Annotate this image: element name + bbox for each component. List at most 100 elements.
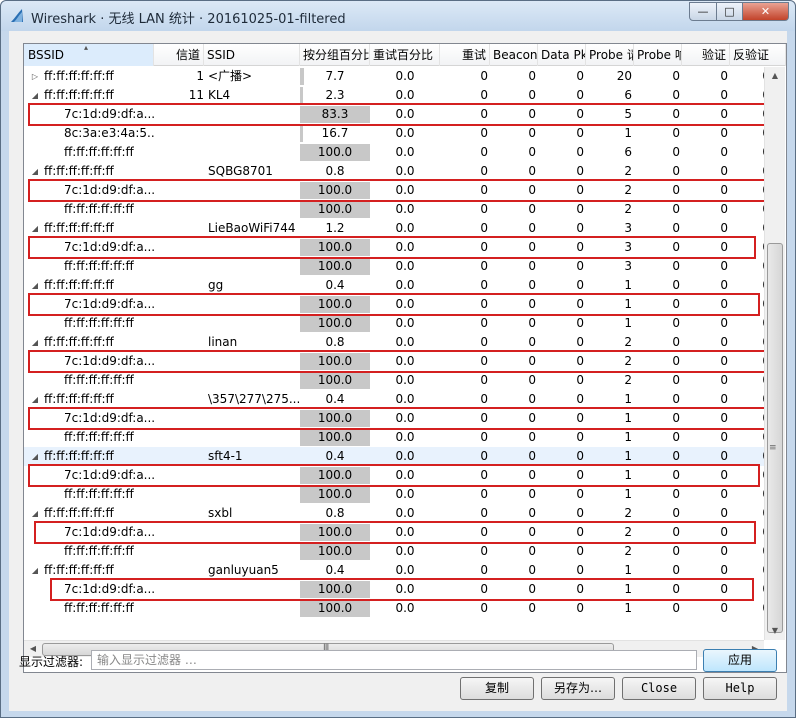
retry-percent-cell: 0.0 xyxy=(395,69,415,83)
column-header-probe-req[interactable]: Probe 请求 xyxy=(586,44,634,66)
deauth-cell: 0 xyxy=(730,542,764,561)
maximize-button[interactable]: □ xyxy=(716,2,743,21)
red-annotation-box xyxy=(34,521,756,544)
grip-icon: ≡ xyxy=(769,443,777,453)
retry-percent-cell: 0.0 xyxy=(395,373,415,387)
column-header-percent-packets[interactable]: 按分组百分比 xyxy=(300,44,370,66)
deauth-cell: 0 xyxy=(730,67,764,86)
vertical-scroll-thumb[interactable] xyxy=(767,243,783,633)
deauth-cell: 0 xyxy=(730,124,764,143)
beacons-cell: 0 xyxy=(528,145,536,159)
column-header-data-pkts[interactable]: Data Pkts xyxy=(538,44,586,66)
bssid-cell: ff:ff:ff:ff:ff:ff xyxy=(44,69,114,83)
table-row[interactable]: ff:ff:ff:ff:ff:ff100.00.00003000 xyxy=(24,257,764,276)
retry-percent-cell: 0.0 xyxy=(395,202,415,216)
column-header-auth[interactable]: 验证 xyxy=(682,44,730,66)
table-row[interactable]: 8c:3a:e3:4a:5...16.70.00001000 xyxy=(24,124,764,143)
table-row[interactable]: ff:ff:ff:ff:ff:ff100.00.00002000 xyxy=(24,200,764,219)
percent-packets-cell: 16.7 xyxy=(321,126,349,140)
beacons-cell: 0 xyxy=(528,316,536,330)
bssid-cell: ff:ff:ff:ff:ff:ff xyxy=(64,145,134,159)
retry-percent-cell: 0.0 xyxy=(395,145,415,159)
column-header-beacons[interactable]: Beacons xyxy=(490,44,538,66)
retry-cell: 0 xyxy=(480,259,488,273)
red-annotation-box xyxy=(28,350,764,373)
percent-packets-cell: 100.0 xyxy=(317,601,353,615)
scroll-down-icon[interactable]: ▼ xyxy=(768,624,782,638)
column-header-bssid[interactable]: ▴ BSSID xyxy=(24,44,154,66)
probe-resp-cell: 0 xyxy=(672,202,680,216)
column-header-deauth[interactable]: 反验证 xyxy=(730,44,786,66)
deauth-cell: 0 xyxy=(730,314,764,333)
ssid-cell xyxy=(208,542,300,561)
auth-cell: 0 xyxy=(720,202,728,216)
probe-resp-cell: 0 xyxy=(672,544,680,558)
retry-cell: 0 xyxy=(480,373,488,387)
title-bar[interactable]: Wireshark · 无线 LAN 统计 · 20161025-01-filt… xyxy=(1,1,795,31)
data-pkts-cell: 0 xyxy=(576,487,584,501)
ssid-cell xyxy=(208,257,300,276)
table-row[interactable]: ff:ff:ff:ff:ff:ff100.00.00001000 xyxy=(24,485,764,504)
column-header-retry-percent[interactable]: 重试百分比 xyxy=(370,44,440,66)
ssid-cell xyxy=(208,371,300,390)
red-annotation-box xyxy=(28,407,764,430)
close-window-button[interactable]: ✕ xyxy=(742,2,789,21)
table-row[interactable]: ff:ff:ff:ff:ff:ff100.00.00002000 xyxy=(24,542,764,561)
help-button[interactable]: Help xyxy=(703,677,777,700)
channel-cell xyxy=(154,143,204,162)
red-annotation-box xyxy=(28,464,760,487)
beacons-cell: 0 xyxy=(528,69,536,83)
dialog-content: ▴ BSSID 信道 SSID 按分组百分比 重试百分比 重试 Beacons … xyxy=(9,31,787,711)
sort-ascending-icon: ▴ xyxy=(84,44,89,52)
retry-percent-cell: 0.0 xyxy=(395,601,415,615)
probe-resp-cell: 0 xyxy=(672,126,680,140)
beacons-cell: 0 xyxy=(528,259,536,273)
table-row[interactable]: ff:ff:ff:ff:ff:ff100.00.00002000 xyxy=(24,371,764,390)
column-header-channel[interactable]: 信道 xyxy=(154,44,204,66)
bssid-cell: ff:ff:ff:ff:ff:ff xyxy=(64,259,134,273)
column-header-ssid[interactable]: SSID xyxy=(204,44,300,66)
auth-cell: 0 xyxy=(720,316,728,330)
retry-percent-cell: 0.0 xyxy=(395,126,415,140)
channel-cell xyxy=(154,124,204,143)
expand-arrow-icon[interactable]: ▷ xyxy=(30,67,40,86)
vertical-scrollbar[interactable]: ▲ ≡ ▼ xyxy=(764,67,785,640)
beacons-cell: 0 xyxy=(528,202,536,216)
display-filter-input[interactable]: 输入显示过滤器 … xyxy=(91,650,697,670)
auth-cell: 0 xyxy=(720,126,728,140)
table-row[interactable]: ff:ff:ff:ff:ff:ff100.00.00001000 xyxy=(24,314,764,333)
ssid-cell xyxy=(208,124,300,143)
beacons-cell: 0 xyxy=(528,487,536,501)
apply-button[interactable]: 应用 xyxy=(703,649,777,672)
probe-resp-cell: 0 xyxy=(672,373,680,387)
channel-cell: 1 xyxy=(196,69,204,83)
channel-cell xyxy=(154,599,204,618)
ssid-cell xyxy=(208,485,300,504)
percent-packets-cell: 100.0 xyxy=(317,259,353,273)
copy-button[interactable]: 复制 xyxy=(460,677,534,700)
data-pkts-cell: 0 xyxy=(576,316,584,330)
deauth-cell: 0 xyxy=(730,428,764,447)
minimize-button[interactable]: — xyxy=(689,2,717,21)
column-header-probe-resp[interactable]: Probe 响应 xyxy=(634,44,682,66)
retry-cell: 0 xyxy=(480,126,488,140)
probe-resp-cell: 0 xyxy=(672,601,680,615)
scroll-up-icon[interactable]: ▲ xyxy=(768,69,782,83)
retry-percent-cell: 0.0 xyxy=(395,544,415,558)
probe-resp-cell: 0 xyxy=(672,259,680,273)
table-row[interactable]: ff:ff:ff:ff:ff:ff100.00.00006000 xyxy=(24,143,764,162)
table-row[interactable]: ff:ff:ff:ff:ff:ff100.00.00001000 xyxy=(24,428,764,447)
retry-cell: 0 xyxy=(480,544,488,558)
save-as-button[interactable]: 另存为… xyxy=(541,677,615,700)
probe-req-cell: 1 xyxy=(624,601,632,615)
table-row[interactable]: ff:ff:ff:ff:ff:ff100.00.00001000 xyxy=(24,599,764,618)
close-button[interactable]: Close xyxy=(622,677,696,700)
probe-req-cell: 2 xyxy=(624,373,632,387)
table-row[interactable]: ▷ff:ff:ff:ff:ff:ff7.71<广播>0.000020000 xyxy=(24,67,764,86)
data-pkts-cell: 0 xyxy=(576,126,584,140)
percent-packets-cell: 100.0 xyxy=(317,202,353,216)
column-header-retry[interactable]: 重试 xyxy=(440,44,490,66)
deauth-cell: 0 xyxy=(730,200,764,219)
collapse-arrow-icon[interactable]: ◢ xyxy=(30,561,40,580)
beacons-cell: 0 xyxy=(528,373,536,387)
